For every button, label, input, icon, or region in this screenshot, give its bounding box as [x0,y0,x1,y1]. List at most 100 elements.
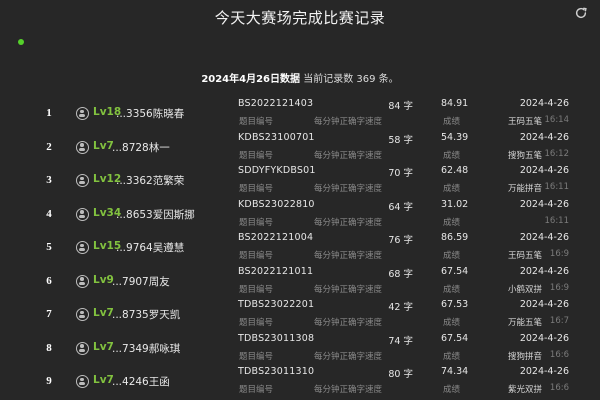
record-date: 2024-4-26 [519,131,569,143]
table-row[interactable]: 1 Lv18 ...3356陈晓春 BS2022121403 题目编号 84 字… [0,96,600,130]
table-row[interactable]: 7 Lv7 ...8735罗天凯 TDBS23022201 题目编号 42 字 … [0,297,600,331]
record-date: 2024-4-26 [519,165,569,176]
typing-speed: 42 字 [388,302,413,313]
typing-speed-label: 每分钟正确字速度 [314,117,383,127]
record-time: 16:14 [544,115,570,125]
typing-speed-label: 每分钟正确字速度 [314,284,383,295]
summary-line: 2024年4月26日数据 当前记录数 369 条。 [0,70,600,85]
match-records-window: 今天大赛场完成比赛记录 2024年4月26日数据 当前记录数 369 条。 1 … [0,0,600,400]
input-method: 王码五笔 [507,251,542,261]
record-time: 16:9 [549,282,569,293]
question-code: TDBS23022201 [238,299,315,310]
question-code-label: 题目编号 [239,117,274,127]
typing-speed: 80 字 [388,369,413,380]
record-date: 2024-4-26 [519,232,569,243]
table-row[interactable]: 3 Lv12 ...3362范繁荣 SDDYFYKDBS01 题目编号 70 字… [0,163,600,197]
record-time: 16:9 [549,249,569,259]
record-time: 16:11 [544,215,570,226]
table-row[interactable]: 6 Lv9 ...7907周友 BS2022121011 题目编号 68 字 每… [0,264,600,298]
question-code: SDDYFYKDBS01 [238,165,316,176]
user-avatar-icon [76,341,89,355]
typing-speed: 64 字 [388,201,413,213]
record-time: 16:6 [549,349,569,360]
score-label: 成绩 [443,318,461,328]
typing-speed-label: 每分钟正确字速度 [314,150,383,161]
question-code-label: 题目编号 [239,284,274,295]
record-date: 2024-4-26 [519,98,569,109]
question-code: BS2022121004 [238,232,314,243]
table-row[interactable]: 9 Lv7 ...4246王函 TDBS23011310 题目编号 80 字 每… [0,364,600,398]
rank-number: 7 [46,308,52,320]
summary-count: 当前记录数 369 条。 [303,74,399,85]
user-avatar-icon [76,207,89,221]
input-method: 小鹤双拼 [507,284,542,295]
score-label: 成绩 [443,117,461,127]
input-method: 万能拼音 [507,184,542,194]
rank-number: 8 [46,341,52,354]
question-code: KDBS23100701 [238,131,315,143]
refresh-icon[interactable] [572,6,590,24]
rank-number: 4 [46,207,52,220]
typing-speed: 68 字 [388,268,413,280]
typing-speed-label: 每分钟正确字速度 [314,351,383,362]
rank-number: 5 [46,241,52,253]
summary-date: 2024年4月26日数据 [201,74,301,85]
table-row[interactable]: 5 Lv15 ...9764吴遵慧 BS2022121004 题目编号 76 字… [0,230,600,264]
score-value: 86.59 [441,232,469,243]
score-value: 67.54 [441,332,469,344]
user-level: Lv7 [93,340,114,353]
record-date: 2024-4-26 [519,265,569,277]
typing-speed-label: 每分钟正确字速度 [314,251,383,261]
typing-speed-label: 每分钟正确字速度 [314,385,383,395]
score-label: 成绩 [443,351,461,362]
status-indicator [18,39,24,45]
username: ...3362范繁荣 [116,175,185,187]
question-code-label: 题目编号 [239,150,274,161]
user-avatar-icon [76,241,89,254]
table-row[interactable]: 4 Lv34 ...8653爱因斯挪 KDBS23022810 题目编号 64 … [0,197,600,231]
user-avatar-icon [76,308,89,321]
question-code-label: 题目编号 [239,217,274,228]
typing-speed-label: 每分钟正确字速度 [314,318,383,328]
rank-number: 9 [46,375,52,387]
username: ...3356陈晓春 [116,108,185,120]
user-avatar-icon [76,375,89,388]
record-time: 16:11 [544,182,570,192]
question-code: TDBS23011308 [238,332,315,344]
score-label: 成绩 [443,385,461,395]
user-avatar-icon [76,274,89,288]
typing-speed: 58 字 [388,134,413,146]
window-title: 今天大赛场完成比赛记录 [214,9,386,27]
input-method: 搜狗拼音 [507,351,542,362]
user-avatar-icon [76,174,89,187]
user-level: Lv7 [93,374,114,386]
user-level: Lv7 [93,307,114,319]
typing-speed: 76 字 [388,235,413,246]
score-value: 67.53 [441,299,469,310]
user-level: Lv9 [93,273,114,286]
question-code: KDBS23022810 [238,198,315,210]
record-date: 2024-4-26 [519,366,569,377]
username: ...8735罗天凯 [112,309,181,321]
table-row[interactable]: 2 Lv7 ...8728林一 KDBS23100701 题目编号 58 字 每… [0,130,600,164]
username: ...9764吴遵慧 [116,242,185,254]
question-code-label: 题目编号 [239,251,274,261]
input-method: 万能五笔 [507,318,542,328]
score-value: 84.91 [441,98,469,109]
record-time: 16:12 [544,148,570,159]
user-avatar-icon [76,107,89,120]
rank-number: 6 [46,274,52,287]
score-value: 67.54 [441,265,469,277]
username: ...8653爱因斯挪 [116,208,195,221]
score-label: 成绩 [443,150,461,161]
score-value: 74.34 [441,366,469,377]
typing-speed-label: 每分钟正确字速度 [314,217,383,228]
record-time: 16:6 [549,383,569,393]
rank-number: 1 [46,107,52,119]
table-row[interactable]: 8 Lv7 ...7349郝咏琪 TDBS23011308 题目编号 74 字 … [0,331,600,365]
score-label: 成绩 [443,217,461,228]
input-method: 王码五笔 [507,117,542,127]
username: ...7907周友 [112,275,170,288]
rank-number: 2 [46,140,52,153]
typing-speed: 70 字 [388,168,413,179]
